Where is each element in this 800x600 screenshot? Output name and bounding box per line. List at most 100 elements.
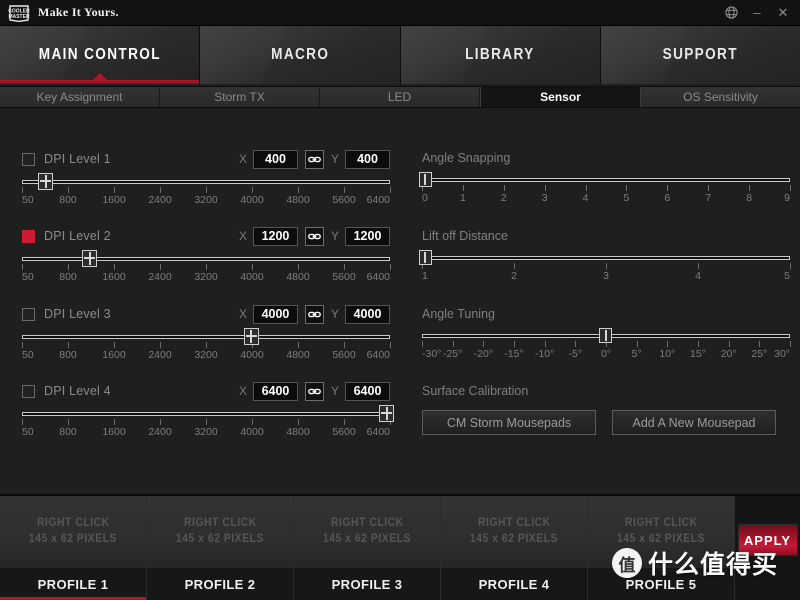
dpi-scale-labels: 50 800 1600 2400 3200 4000 4800 5600 6400 [22, 426, 390, 440]
window-buttons: – ✕ [724, 6, 790, 20]
angle-snapping-slider[interactable] [418, 172, 790, 187]
dpi-level-3-checkbox[interactable] [22, 307, 35, 321]
cooler-master-logo-icon: COOLER MASTER [8, 4, 30, 22]
tick-label: 5600 [332, 271, 356, 283]
dpi-scale-ticks [22, 187, 391, 193]
dpi-level-4-x-input[interactable]: 6400 [252, 381, 298, 401]
slider-handle[interactable] [38, 173, 54, 190]
tick-label: 4800 [286, 271, 310, 283]
tick-label: 3200 [194, 349, 218, 361]
slider-handle[interactable] [418, 250, 432, 265]
tick-label: 3200 [194, 426, 218, 438]
profile-2-thumbnail[interactable]: RIGHT CLICK 145 x 62 PIXELS [147, 496, 293, 568]
tick-label: 5600 [332, 349, 356, 361]
tick-mark [728, 341, 730, 347]
dpi-level-3-x-input[interactable]: 4000 [252, 304, 298, 324]
subtab-key-assignment[interactable]: Key Assignment [0, 87, 160, 107]
subtab-sensor[interactable]: Sensor [480, 87, 641, 107]
globe-icon[interactable] [724, 6, 738, 20]
tab-main-control[interactable]: MAIN CONTROL [0, 26, 201, 84]
profile-2[interactable]: RIGHT CLICK 145 x 62 PIXELS PROFILE 2 [147, 496, 294, 600]
slider-track [22, 180, 390, 184]
dpi-level-4-y-input[interactable]: 6400 [345, 381, 390, 401]
profile-3-hint-line1: RIGHT CLICK [330, 517, 404, 530]
add-new-mousepad-button[interactable]: Add A New Mousepad [612, 410, 776, 435]
tick-label: -15° [504, 348, 524, 360]
tick-mark [462, 185, 464, 191]
dpi-scale-ticks [22, 342, 391, 348]
lift-off-distance-slider[interactable] [418, 250, 790, 265]
angle-snapping-group: Angle Snapping 0 1 2 3 4 5 6 7 8 9 [418, 151, 791, 206]
surface-calibration-buttons: CM Storm Mousepads Add A New Mousepad [422, 410, 790, 435]
close-icon[interactable]: ✕ [776, 6, 790, 20]
link-icon[interactable] [304, 226, 324, 246]
tick-mark [114, 187, 115, 193]
dpi-level-2-slider[interactable] [22, 250, 390, 267]
profile-5-thumbnail[interactable]: RIGHT CLICK 145 x 62 PIXELS [588, 496, 734, 568]
tick-label: 4 [695, 270, 701, 282]
tick-mark [636, 341, 638, 347]
sub-tab-bar: Key Assignment Storm TX LED Sensor OS Se… [0, 86, 800, 108]
slider-handle[interactable] [243, 328, 259, 345]
profile-4[interactable]: RIGHT CLICK 145 x 62 PIXELS PROFILE 4 [441, 496, 588, 600]
tick-label: 9 [784, 192, 790, 204]
profile-5[interactable]: RIGHT CLICK 145 x 62 PIXELS PROFILE 5 [588, 496, 735, 600]
profile-bar: RIGHT CLICK 145 x 62 PIXELS PROFILE 1 RI… [0, 494, 800, 600]
title-bar: COOLER MASTER Make It Yours. – ✕ [0, 0, 800, 26]
dpi-level-1-slider[interactable] [22, 173, 390, 190]
tick-label: 7 [705, 192, 712, 204]
dpi-level-2-checkbox[interactable] [22, 229, 35, 243]
tab-support[interactable]: SUPPORT [600, 26, 800, 84]
tick-label: 0° [600, 348, 612, 360]
profile-1[interactable]: RIGHT CLICK 145 x 62 PIXELS PROFILE 1 [0, 496, 147, 600]
tab-library[interactable]: LIBRARY [400, 26, 601, 84]
tick-mark [749, 185, 751, 191]
tick-mark [503, 185, 505, 191]
minimize-icon[interactable]: – [750, 6, 764, 20]
dpi-panel: DPI Level 1 X 400 Y 400 50 800 1600 2400… [0, 109, 410, 494]
tick-mark [483, 341, 485, 347]
dpi-level-1-checkbox[interactable] [22, 152, 35, 166]
dpi-level-2-x-axis-label: X [238, 229, 247, 243]
tick-label: 1 [422, 270, 428, 282]
dpi-level-3-slider[interactable] [22, 328, 390, 345]
profile-3-thumbnail[interactable]: RIGHT CLICK 145 x 62 PIXELS [294, 496, 440, 568]
dpi-level-4-checkbox[interactable] [22, 384, 35, 398]
apply-button[interactable]: APPLY [737, 524, 798, 556]
slider-handle[interactable] [379, 405, 395, 422]
angle-tuning-group: Angle Tuning -30° -25° -20° -15° -10° -5° 0° 5°… [422, 307, 791, 362]
subtab-storm-tx[interactable]: Storm TX [160, 87, 320, 107]
profile-4-thumbnail[interactable]: RIGHT CLICK 145 x 62 PIXELS [441, 496, 587, 568]
slider-handle[interactable] [599, 328, 612, 343]
tick-mark [790, 341, 791, 347]
link-icon[interactable] [304, 381, 324, 401]
tab-active-underline [0, 80, 200, 84]
tick-mark [708, 185, 710, 191]
profile-1-thumbnail[interactable]: RIGHT CLICK 145 x 62 PIXELS [0, 496, 146, 568]
profile-5-hint-line1: RIGHT CLICK [624, 517, 698, 530]
tick-label: -5° [568, 348, 583, 360]
dpi-level-4-header: DPI Level 4 X 6400 Y 6400 [22, 381, 390, 401]
tick-label: 5° [631, 348, 642, 360]
dpi-level-1-x-input[interactable]: 400 [252, 149, 298, 169]
link-icon[interactable] [304, 149, 324, 169]
subtab-led[interactable]: LED [320, 87, 480, 107]
link-icon[interactable] [304, 304, 324, 324]
dpi-level-2-x-input[interactable]: 1200 [252, 226, 298, 246]
dpi-scale-labels: 50 800 1600 2400 3200 4000 4800 5600 6400 [22, 349, 390, 363]
tick-mark [68, 419, 69, 425]
cm-storm-mousepads-button[interactable]: CM Storm Mousepads [422, 410, 596, 435]
tick-mark [585, 185, 587, 191]
dpi-level-1-y-input[interactable]: 400 [345, 149, 390, 169]
dpi-level-3-y-input[interactable]: 4000 [345, 304, 390, 324]
dpi-level-2-y-input[interactable]: 1200 [345, 226, 390, 246]
tick-mark [514, 263, 515, 269]
subtab-os-sensitivity[interactable]: OS Sensitivity [641, 87, 800, 107]
slider-handle[interactable] [418, 172, 432, 187]
dpi-level-4-label: DPI Level 4 [44, 384, 111, 398]
tab-macro[interactable]: MACRO [200, 26, 401, 84]
slider-handle[interactable] [82, 250, 98, 267]
profile-3[interactable]: RIGHT CLICK 145 x 62 PIXELS PROFILE 3 [294, 496, 441, 600]
angle-tuning-slider[interactable] [422, 328, 790, 343]
dpi-level-4-slider[interactable] [22, 405, 395, 422]
